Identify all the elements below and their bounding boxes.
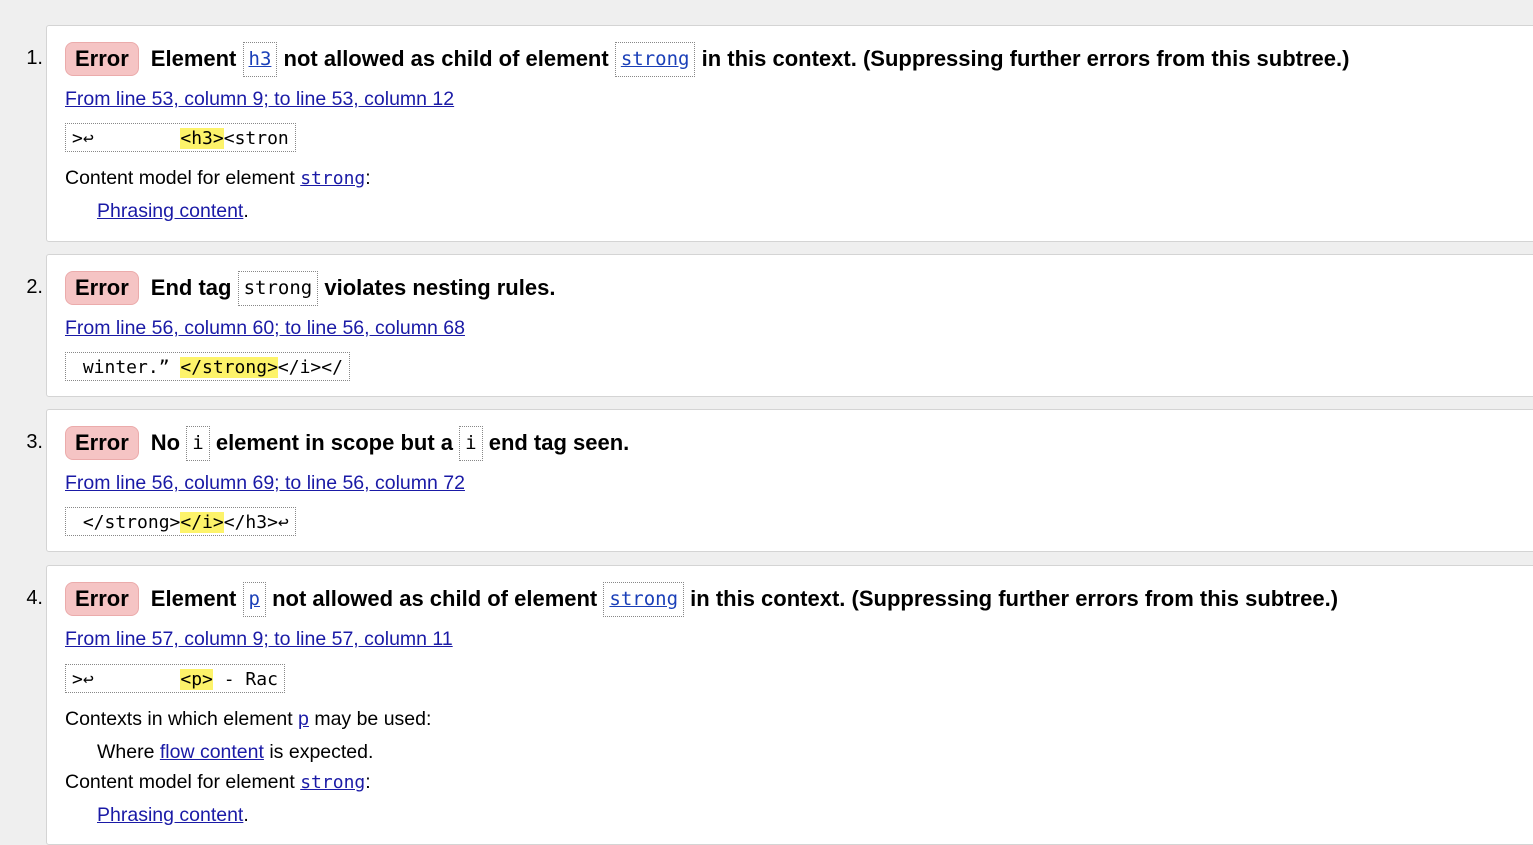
extract-before: >↩ <box>72 128 181 149</box>
message-number: 4. <box>26 587 43 609</box>
extract-after: <stron <box>223 128 289 149</box>
message-text: violates nesting rules. <box>324 275 556 301</box>
message-heading: Error Element h3 not allowed as child of … <box>65 41 1349 77</box>
extract-highlight: <p> <box>180 669 213 690</box>
phrasing-content-link[interactable]: Phrasing content <box>97 804 243 826</box>
period: . <box>243 200 249 222</box>
error-message: 1. Error Element h3 not allowed as child … <box>26 25 1533 242</box>
element-code-link[interactable]: strong <box>614 41 696 77</box>
phrasing-content-link[interactable]: Phrasing content <box>97 200 243 222</box>
message-text: not allowed as child of element <box>272 586 598 612</box>
element-code: strong <box>237 270 319 306</box>
extract-before: </strong> <box>72 512 181 533</box>
error-badge: Error <box>65 426 139 461</box>
colon: : <box>365 771 371 793</box>
extract-after: </h3>↩ <box>223 512 289 533</box>
message-number: 1. <box>26 47 43 69</box>
element-code-link[interactable]: p <box>242 581 266 617</box>
where-text: Where <box>97 741 155 763</box>
content-model-value: Phrasing content. <box>97 200 249 223</box>
message-text: element in scope but a <box>215 430 453 456</box>
element-doc-link[interactable]: strong <box>300 772 365 793</box>
contexts-text: Contexts in which element <box>65 708 293 730</box>
extract-highlight: </strong> <box>180 357 278 378</box>
message-heading: Error No i element in scope but a i end t… <box>65 425 629 461</box>
source-location-link[interactable]: From line 57, column 9; to line 57, colu… <box>65 628 453 651</box>
flow-content-link[interactable]: flow content <box>160 741 264 763</box>
extract-highlight: <h3> <box>180 128 224 149</box>
expected-text: is expected. <box>269 741 374 763</box>
message-text: in this context. (Suppressing further er… <box>701 46 1350 72</box>
contexts-text: may be used: <box>314 708 432 730</box>
period: . <box>243 804 249 826</box>
extract-highlight: </i> <box>180 512 224 533</box>
colon: : <box>365 167 371 189</box>
source-extract: >↩ <p> - Rac <box>65 664 285 693</box>
source-location-link[interactable]: From line 56, column 69; to line 56, col… <box>65 472 465 495</box>
content-model-label: Content model for element strong: <box>65 167 371 190</box>
element-doc-link[interactable]: p <box>298 708 309 730</box>
content-model-text: Content model for element <box>65 771 295 793</box>
extract-after: - Rac <box>212 669 278 690</box>
error-message: 4. Error Element p not allowed as child o… <box>26 565 1533 845</box>
error-message: 2. Error End tag strong violates nesting … <box>26 254 1533 397</box>
message-text: No <box>150 430 181 456</box>
element-code-link[interactable]: h3 <box>242 41 278 77</box>
element-code-link[interactable]: strong <box>603 581 685 617</box>
extract-before: winter.” <box>72 357 181 378</box>
source-location-link[interactable]: From line 53, column 9; to line 53, colu… <box>65 88 454 111</box>
error-badge: Error <box>65 271 139 306</box>
element-code: i <box>459 425 483 461</box>
source-location-link[interactable]: From line 56, column 60; to line 56, col… <box>65 317 465 340</box>
content-model-text: Content model for element <box>65 167 295 189</box>
message-text: in this context. (Suppressing further er… <box>690 586 1339 612</box>
content-model-label: Content model for element strong: <box>65 771 371 794</box>
contexts-label: Contexts in which element p may be used: <box>65 708 431 731</box>
error-message: 3. Error No i element in scope but a i en… <box>26 409 1533 552</box>
contexts-value: Where flow content is expected. <box>97 741 373 764</box>
element-code: i <box>186 425 210 461</box>
extract-before: >↩ <box>72 669 181 690</box>
message-number: 2. <box>26 276 43 298</box>
error-badge: Error <box>65 582 139 617</box>
message-number: 3. <box>26 431 43 453</box>
element-doc-link[interactable]: strong <box>300 168 365 189</box>
message-text: End tag <box>150 275 232 301</box>
message-text: not allowed as child of element <box>283 46 609 72</box>
content-model-value: Phrasing content. <box>97 804 249 827</box>
error-badge: Error <box>65 42 139 77</box>
source-extract: >↩ <h3><stron <box>65 123 296 152</box>
source-extract: winter.” </strong></i></ <box>65 352 350 381</box>
message-heading: Error End tag strong violates nesting rul… <box>65 270 555 306</box>
message-heading: Error Element p not allowed as child of e… <box>65 581 1338 617</box>
message-text: Element <box>150 586 237 612</box>
extract-after: </i></ <box>277 357 343 378</box>
message-text: Element <box>150 46 237 72</box>
message-text: end tag seen. <box>488 430 630 456</box>
source-extract: </strong></i></h3>↩ <box>65 507 296 536</box>
